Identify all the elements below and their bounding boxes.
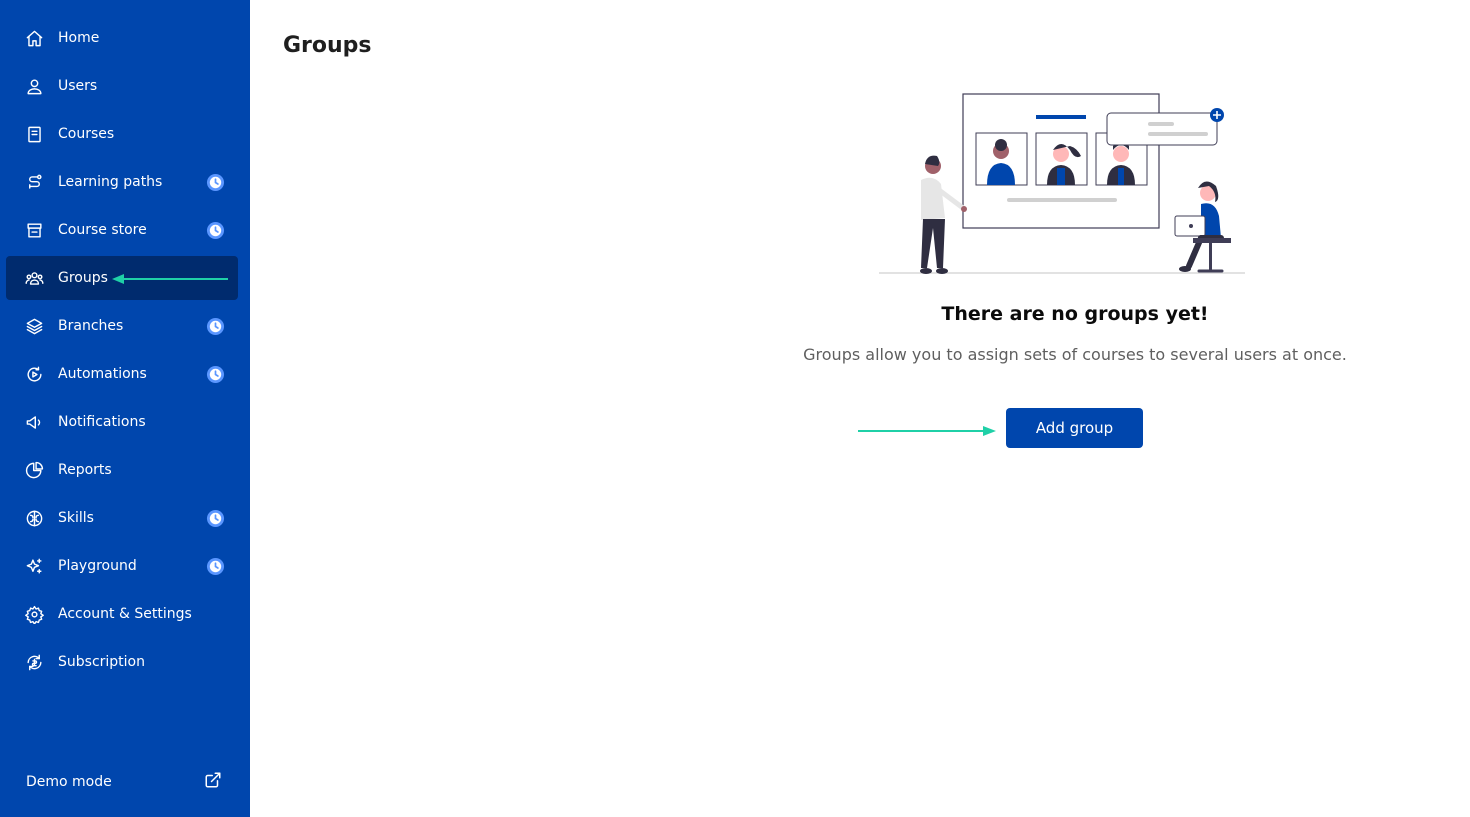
sidebar-item-label: Groups bbox=[58, 270, 108, 286]
sidebar-item-skills[interactable]: Skills bbox=[6, 496, 238, 540]
sidebar-item-users[interactable]: Users bbox=[6, 64, 238, 108]
sparkle-icon bbox=[24, 556, 44, 576]
add-group-button[interactable]: Add group bbox=[1006, 408, 1143, 448]
pointer-arrow-left-icon bbox=[110, 271, 230, 285]
demo-mode-label: Demo mode bbox=[26, 774, 112, 790]
layers-icon bbox=[24, 316, 44, 336]
user-icon bbox=[24, 76, 44, 96]
sidebar-item-playground[interactable]: Playground bbox=[6, 544, 238, 588]
demo-mode-row[interactable]: Demo mode bbox=[26, 770, 222, 794]
sidebar-item-account-and-settings[interactable]: Account & Settings bbox=[6, 592, 238, 636]
clock-icon bbox=[206, 173, 225, 192]
pie-chart-icon bbox=[24, 460, 44, 480]
book-icon bbox=[24, 124, 44, 144]
sidebar-item-subscription[interactable]: Subscription bbox=[6, 640, 238, 684]
sidebar-item-home[interactable]: Home bbox=[6, 16, 238, 60]
external-link-icon[interactable] bbox=[204, 771, 222, 793]
gear-icon bbox=[24, 604, 44, 624]
brain-icon bbox=[24, 508, 44, 528]
sidebar-item-label: Automations bbox=[58, 366, 147, 382]
subscription-icon bbox=[24, 652, 44, 672]
megaphone-icon bbox=[24, 412, 44, 432]
automation-icon bbox=[24, 364, 44, 384]
sidebar-item-reports[interactable]: Reports bbox=[6, 448, 238, 492]
clock-icon bbox=[206, 365, 225, 384]
sidebar-item-label: Course store bbox=[58, 222, 147, 238]
sidebar-item-courses[interactable]: Courses bbox=[6, 112, 238, 156]
sidebar-item-course-store[interactable]: Course store bbox=[6, 208, 238, 252]
sidebar-item-label: Reports bbox=[58, 462, 112, 478]
pointer-arrow-right-icon bbox=[858, 426, 996, 436]
sidebar-item-label: Skills bbox=[58, 510, 94, 526]
sidebar: Home Users Courses Learning paths Course sto… bbox=[0, 0, 250, 817]
sidebar-item-label: Playground bbox=[58, 558, 137, 574]
sidebar-item-label: Users bbox=[58, 78, 98, 94]
clock-icon bbox=[206, 317, 225, 336]
sidebar-item-learning-paths[interactable]: Learning paths bbox=[6, 160, 238, 204]
sidebar-item-notifications[interactable]: Notifications bbox=[6, 400, 238, 444]
groups-icon bbox=[24, 268, 44, 288]
sidebar-item-label: Home bbox=[58, 30, 100, 46]
sidebar-item-label: Notifications bbox=[58, 414, 146, 430]
empty-state-title: There are no groups yet! bbox=[941, 303, 1209, 325]
path-icon bbox=[24, 172, 44, 192]
sidebar-item-label: Subscription bbox=[58, 654, 145, 670]
sidebar-item-label: Account & Settings bbox=[58, 606, 192, 622]
clock-icon bbox=[206, 557, 225, 576]
store-icon bbox=[24, 220, 44, 240]
sidebar-item-automations[interactable]: Automations bbox=[6, 352, 238, 396]
empty-groups-illustration bbox=[879, 93, 1245, 274]
clock-icon bbox=[206, 221, 225, 240]
sidebar-item-label: Courses bbox=[58, 126, 115, 142]
sidebar-item-label: Learning paths bbox=[58, 174, 163, 190]
clock-icon bbox=[206, 509, 225, 528]
sidebar-item-groups[interactable]: Groups bbox=[6, 256, 238, 300]
sidebar-item-branches[interactable]: Branches bbox=[6, 304, 238, 348]
empty-state-description: Groups allow you to assign sets of cours… bbox=[803, 345, 1347, 364]
sidebar-item-label: Branches bbox=[58, 318, 124, 334]
page-title: Groups bbox=[283, 33, 372, 58]
home-icon bbox=[24, 28, 44, 48]
